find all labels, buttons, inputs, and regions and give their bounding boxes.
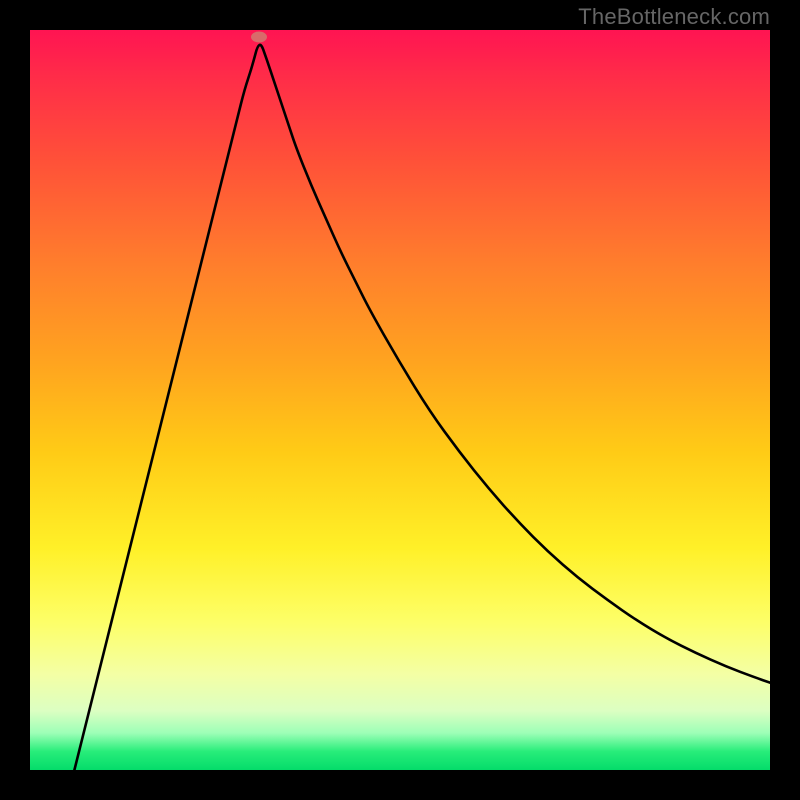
chart-frame: TheBottleneck.com	[0, 0, 800, 800]
curve-svg	[30, 30, 770, 770]
optimum-marker	[251, 32, 267, 43]
watermark-text: TheBottleneck.com	[578, 4, 770, 30]
plot-area	[30, 30, 770, 770]
bottleneck-curve	[74, 45, 770, 770]
